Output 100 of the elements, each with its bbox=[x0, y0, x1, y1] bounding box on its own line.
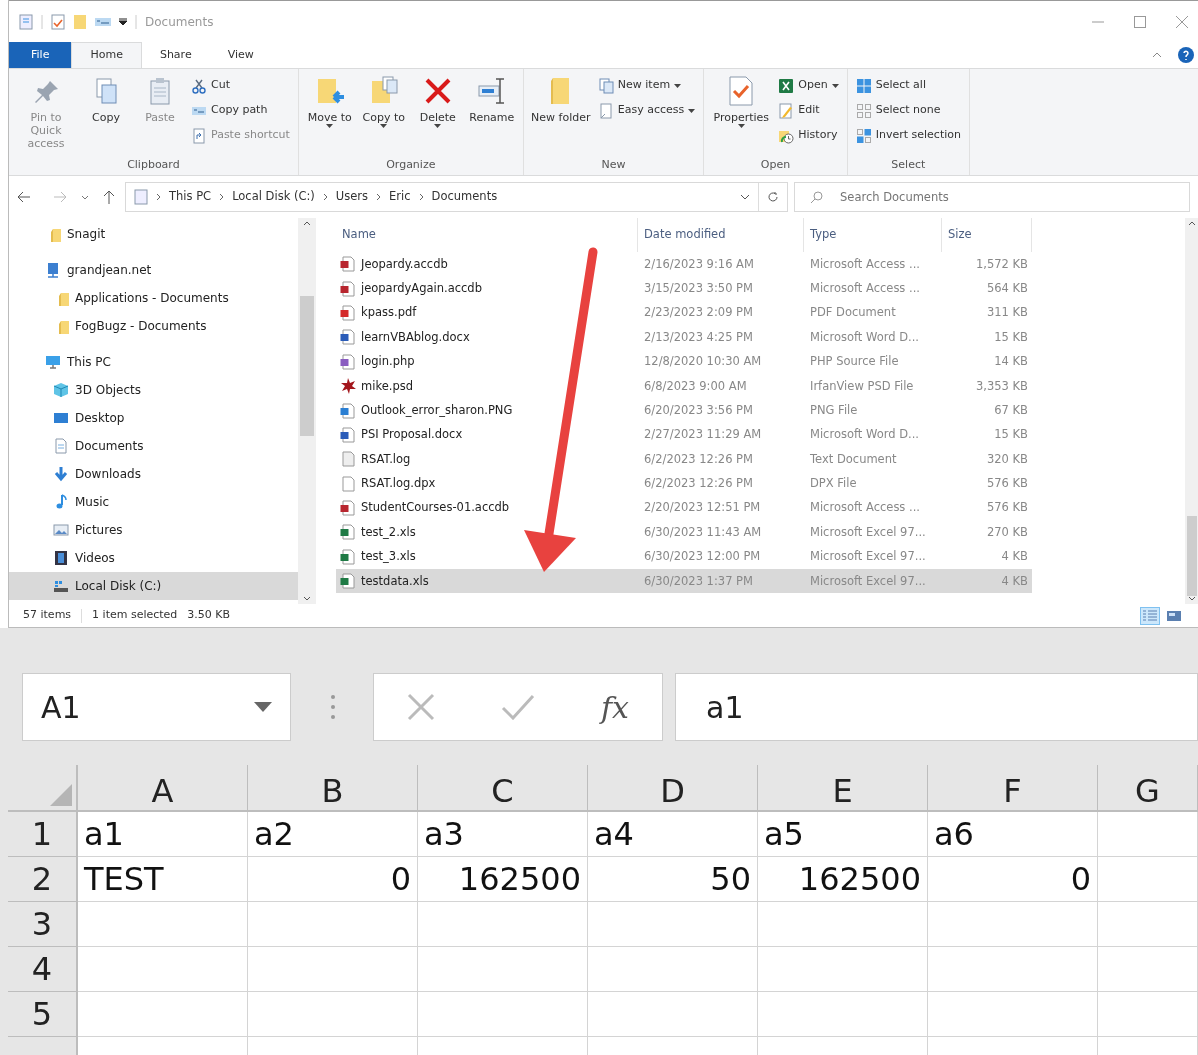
nav-item[interactable]: Pictures bbox=[9, 516, 298, 544]
nav-item[interactable]: 3D Objects bbox=[9, 376, 298, 404]
column-header[interactable]: Size bbox=[942, 218, 1032, 252]
folder-icon[interactable] bbox=[73, 13, 87, 30]
cell[interactable] bbox=[588, 902, 758, 947]
cell[interactable] bbox=[1098, 902, 1198, 947]
checkmark-page-icon[interactable] bbox=[51, 13, 65, 30]
ribbon-button[interactable]: Open bbox=[776, 73, 841, 98]
forward-icon[interactable] bbox=[53, 191, 67, 203]
nav-item[interactable]: This PC bbox=[9, 348, 298, 376]
scroll-up-icon[interactable] bbox=[1187, 221, 1196, 226]
cancel-icon[interactable] bbox=[407, 693, 435, 721]
cell[interactable]: TEST bbox=[78, 857, 248, 902]
column-header[interactable]: Date modified bbox=[638, 218, 804, 252]
breadcrumb[interactable]: Documents bbox=[431, 188, 498, 206]
up-icon[interactable] bbox=[103, 190, 115, 204]
column-header[interactable]: A bbox=[78, 765, 248, 812]
maximize-icon[interactable] bbox=[1134, 15, 1146, 28]
ribbon-button[interactable]: Copy path bbox=[189, 98, 292, 123]
column-header[interactable]: B bbox=[248, 765, 418, 812]
file-row[interactable]: mike.psd 6/8/2023 9:00 AM IrfanView PSD File 3,353 KB bbox=[336, 373, 1032, 399]
nav-item[interactable]: FogBugz - Documents bbox=[9, 312, 298, 340]
file-row[interactable]: RSAT.log 6/2/2023 12:26 PM Text Document 320 KB bbox=[336, 447, 1032, 472]
ribbon-button[interactable]: Move to bbox=[304, 73, 355, 157]
recent-locations-icon[interactable] bbox=[81, 194, 89, 200]
ribbon-button[interactable]: Copy bbox=[81, 73, 131, 157]
cell[interactable] bbox=[1098, 857, 1198, 902]
insert-function-button[interactable]: fx bbox=[600, 684, 629, 730]
cell[interactable] bbox=[78, 947, 248, 992]
back-icon[interactable] bbox=[17, 191, 31, 203]
ribbon-button[interactable]: Properties bbox=[710, 73, 773, 157]
cell[interactable] bbox=[588, 992, 758, 1037]
ribbon-button[interactable]: History bbox=[776, 123, 841, 148]
path-icon[interactable] bbox=[95, 16, 111, 27]
cell[interactable] bbox=[1098, 812, 1198, 857]
cell[interactable] bbox=[78, 902, 248, 947]
cell[interactable]: a4 bbox=[588, 812, 758, 857]
row-header[interactable]: 5 bbox=[8, 992, 78, 1037]
nav-item[interactable]: Local Disk (C:) bbox=[9, 572, 298, 600]
cell[interactable] bbox=[758, 947, 928, 992]
file-row[interactable]: test_3.xls 6/30/2023 12:00 PM Microsoft Excel 97... 4 KB bbox=[336, 544, 1032, 570]
cell[interactable]: 162500 bbox=[758, 857, 928, 902]
nav-item[interactable]: Downloads bbox=[9, 460, 298, 488]
file-row[interactable]: jeopardyAgain.accdb 3/15/2023 3:50 PM Microsoft Access ... 564 KB bbox=[336, 276, 1032, 301]
breadcrumb[interactable]: Users bbox=[335, 188, 369, 206]
grip-icon[interactable] bbox=[331, 694, 335, 720]
ribbon-tab[interactable]: View bbox=[209, 42, 272, 68]
cell[interactable]: a5 bbox=[758, 812, 928, 857]
minimize-icon[interactable] bbox=[1092, 20, 1104, 23]
ribbon-button[interactable]: Select none bbox=[853, 98, 963, 123]
breadcrumb[interactable]: Local Disk (C:) bbox=[232, 188, 315, 206]
cell[interactable]: a6 bbox=[928, 812, 1098, 857]
cell[interactable] bbox=[588, 947, 758, 992]
column-header[interactable]: E bbox=[758, 765, 928, 812]
view-button[interactable] bbox=[1140, 606, 1160, 625]
column-header[interactable]: Name bbox=[336, 218, 638, 252]
ribbon-tab[interactable]: Share bbox=[141, 42, 210, 68]
scroll-down-icon[interactable] bbox=[303, 596, 311, 601]
cell[interactable] bbox=[1098, 947, 1198, 992]
cell[interactable] bbox=[78, 992, 248, 1037]
collapse-icon[interactable] bbox=[1152, 52, 1162, 58]
ribbon-button[interactable]: Cut bbox=[189, 73, 292, 98]
column-header[interactable]: F bbox=[928, 765, 1098, 812]
ribbon-button[interactable]: Easy access bbox=[595, 98, 698, 123]
nav-item[interactable]: grandjean.net bbox=[9, 256, 298, 284]
cell[interactable] bbox=[248, 947, 418, 992]
ribbon-button[interactable]: Invert selection bbox=[853, 123, 963, 148]
document-icon[interactable] bbox=[19, 13, 33, 30]
cell[interactable] bbox=[928, 902, 1098, 947]
ribbon-button[interactable]: Copy to bbox=[358, 73, 409, 157]
ribbon-button[interactable]: Edit bbox=[776, 98, 841, 123]
dropdown-icon[interactable] bbox=[119, 17, 127, 26]
cell[interactable] bbox=[928, 947, 1098, 992]
file-row[interactable]: testdata.xls 6/30/2023 1:37 PM Microsoft Excel 97... 4 KB bbox=[336, 569, 1032, 594]
file-row[interactable]: Jeopardy.accdb 2/16/2023 9:16 AM Microsoft Access ... 1,572 KB bbox=[336, 252, 1032, 277]
ribbon-button[interactable]: Rename bbox=[466, 73, 517, 157]
cell[interactable] bbox=[418, 992, 588, 1037]
breadcrumb[interactable]: Eric bbox=[389, 188, 411, 206]
search-field[interactable]: Search Documents bbox=[794, 182, 1190, 212]
column-header[interactable]: Type bbox=[804, 218, 942, 252]
scroll-down-icon[interactable] bbox=[1187, 596, 1196, 601]
formula-field[interactable]: a1 bbox=[675, 673, 1198, 741]
cell[interactable]: 0 bbox=[928, 857, 1098, 902]
cell[interactable] bbox=[418, 902, 588, 947]
ribbon-button[interactable]: Delete bbox=[412, 73, 463, 157]
cell[interactable] bbox=[248, 992, 418, 1037]
dropdown-icon[interactable] bbox=[740, 194, 750, 200]
refresh-icon[interactable] bbox=[767, 191, 779, 203]
cell[interactable] bbox=[248, 902, 418, 947]
cell[interactable]: 50 bbox=[588, 857, 758, 902]
file-row[interactable]: kpass.pdf 2/23/2023 2:09 PM PDF Document 311 KB bbox=[336, 300, 1032, 326]
nav-item[interactable]: Documents bbox=[9, 432, 298, 460]
cell[interactable] bbox=[1098, 992, 1198, 1037]
row-header[interactable]: 3 bbox=[8, 902, 78, 947]
scroll-thumb[interactable] bbox=[1186, 516, 1197, 596]
nav-item[interactable]: Snagit bbox=[9, 220, 298, 248]
cell[interactable] bbox=[928, 992, 1098, 1037]
cell[interactable]: a3 bbox=[418, 812, 588, 857]
file-row[interactable]: Outlook_error_sharon.PNG 6/20/2023 3:56 PM PNG File 67 KB bbox=[336, 398, 1032, 423]
cell[interactable]: a2 bbox=[248, 812, 418, 857]
